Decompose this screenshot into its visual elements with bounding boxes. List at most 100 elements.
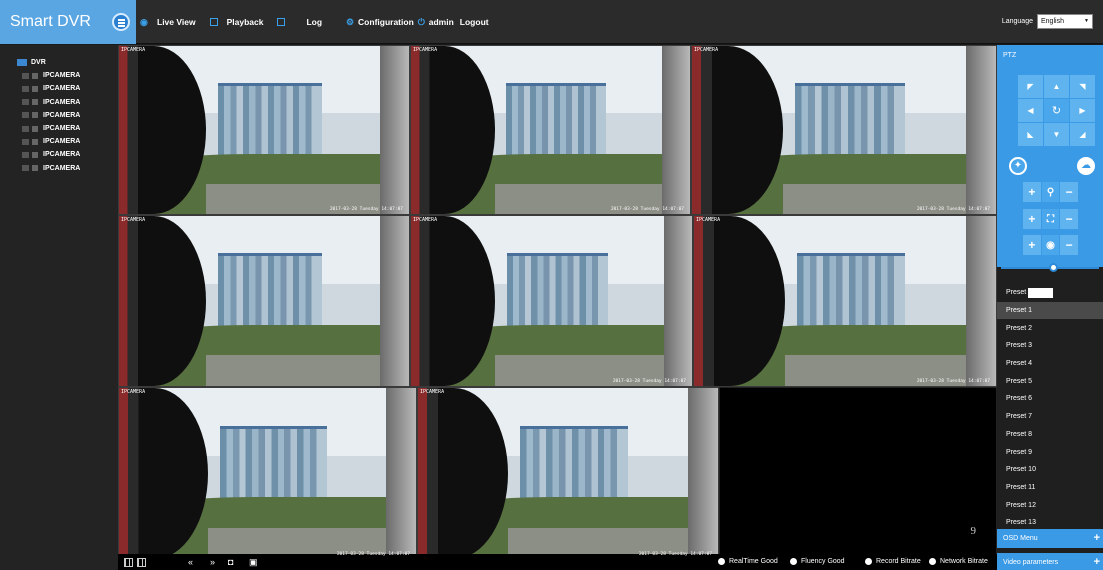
- pan-down-right-button[interactable]: ◢: [1070, 123, 1095, 146]
- language-dropdown[interactable]: English: [1037, 14, 1093, 29]
- nav-log[interactable]: Log: [277, 17, 322, 27]
- preset-item[interactable]: Preset 5: [997, 372, 1103, 390]
- fluency-status-label: Fluency Good: [801, 558, 845, 565]
- pan-up-button[interactable]: ▲: [1044, 75, 1069, 98]
- timestamp-overlay: 2017-03-28 Tuesday 14:07:07: [610, 207, 684, 212]
- camera-view-tile[interactable]: IPCAMERA 2017-03-28 Tuesday 14:07:07: [417, 387, 719, 560]
- network-bitrate-status[interactable]: Network Bitrate: [929, 558, 988, 565]
- layout-2x2-icon[interactable]: [124, 558, 133, 567]
- realtime-status[interactable]: RealTime Good: [718, 558, 778, 565]
- osd-menu-label: OSD Menu: [1003, 535, 1038, 542]
- fullscreen-icon[interactable]: ▣: [249, 557, 258, 567]
- tile-number: 9: [970, 525, 977, 537]
- pan-left-button[interactable]: ◀: [1018, 99, 1043, 122]
- top-bar: Smart DVR ◉ Live View Playback Log ⚙ Con…: [0, 0, 1103, 44]
- tree-camera-item[interactable]: IPCAMERA: [0, 122, 118, 135]
- tree-camera-item[interactable]: IPCAMERA: [0, 162, 118, 175]
- stream-icon: [32, 85, 38, 92]
- nav-live-view[interactable]: ◉ Live View: [140, 17, 196, 27]
- ptz-panel: PTZ ◤ ▲ ◥ ◀ ↻ ▶ ◣ ▼ ◢ ✦ ☁ + ⚲ − + ⛶ − + …: [997, 45, 1103, 570]
- next-page-icon[interactable]: »: [210, 557, 215, 567]
- camera-list: IPCAMERA IPCAMERA IPCAMERA IPCAMERA IPCAMERA…: [0, 69, 118, 175]
- camera-view-tile[interactable]: IPCAMERA 2017-03-28 Tuesday 14:07:07: [410, 215, 693, 387]
- nav-playback[interactable]: Playback: [209, 17, 263, 27]
- nav-user[interactable]: ⏻ admin: [418, 17, 454, 27]
- stream-icon: [32, 125, 38, 132]
- layout-3x3-icon[interactable]: [137, 558, 146, 567]
- tree-root-label: DVR: [31, 59, 46, 67]
- iris-close-button[interactable]: −: [1060, 235, 1079, 255]
- osd-menu-section[interactable]: OSD Menu +: [997, 529, 1103, 548]
- camera-icon: [22, 85, 29, 92]
- preset-item[interactable]: Preset 4: [997, 355, 1103, 373]
- building-image: [795, 82, 905, 159]
- tree-camera-label: IPCAMERA: [43, 72, 81, 80]
- preset-item[interactable]: Preset 6: [997, 390, 1103, 408]
- stream-icon: [32, 151, 38, 158]
- building-image: [520, 425, 628, 503]
- camera-icon: [22, 72, 29, 79]
- plus-icon: +: [1093, 532, 1100, 544]
- iris-open-button[interactable]: +: [1023, 235, 1041, 255]
- zoom-in-button[interactable]: +: [1023, 182, 1041, 202]
- plus-icon: +: [1093, 556, 1100, 568]
- fluency-status[interactable]: Fluency Good: [790, 558, 845, 565]
- preset-item[interactable]: Preset 3: [997, 337, 1103, 355]
- nav-configuration[interactable]: ⚙ Configuration: [346, 17, 414, 27]
- preset-item[interactable]: Preset 12: [997, 496, 1103, 514]
- tree-camera-item[interactable]: IPCAMERA: [0, 96, 118, 109]
- zoom-out-button[interactable]: −: [1060, 182, 1079, 202]
- tree-camera-item[interactable]: IPCAMERA: [0, 69, 118, 82]
- language-selector: Language English: [1002, 14, 1093, 29]
- camera-view-tile[interactable]: IPCAMERA 2017-03-28 Tuesday 14:07:07: [693, 215, 997, 387]
- video-parameters-section[interactable]: Video parameters +: [997, 553, 1103, 570]
- auto-rotate-button[interactable]: ↻: [1044, 99, 1069, 122]
- pan-right-button[interactable]: ▶: [1070, 99, 1095, 122]
- camera-view-tile[interactable]: IPCAMERA 2017-03-28 Tuesday 14:07:07: [118, 387, 417, 560]
- preset-item[interactable]: Preset 9: [997, 443, 1103, 461]
- preset-item[interactable]: Preset 10: [997, 461, 1103, 479]
- ptz-title: PTZ: [1003, 52, 1017, 59]
- pan-down-button[interactable]: ▼: [1044, 123, 1069, 146]
- menu-toggle-icon[interactable]: [112, 13, 130, 31]
- preset-item[interactable]: Preset 11: [997, 479, 1103, 497]
- app-root: Smart DVR ◉ Live View Playback Log ⚙ Con…: [0, 0, 1103, 570]
- tree-camera-item[interactable]: IPCAMERA: [0, 82, 118, 95]
- building-image: [217, 253, 322, 330]
- empty-view-tile[interactable]: 9: [719, 387, 997, 560]
- camera-view-tile[interactable]: IPCAMERA: [118, 215, 410, 387]
- tree-camera-item[interactable]: IPCAMERA: [0, 135, 118, 148]
- preset-item[interactable]: Preset 1: [997, 301, 1103, 320]
- wiper-cloud-icon[interactable]: ☁: [1077, 157, 1095, 175]
- camera-view-tile[interactable]: IPCAMERA 2017-03-28 Tuesday 14:07:07: [410, 45, 691, 215]
- slider-handle[interactable]: [1049, 263, 1058, 272]
- pan-up-left-button[interactable]: ◤: [1018, 75, 1043, 98]
- camera-icon: [22, 165, 29, 172]
- preset-number-input[interactable]: [1028, 287, 1054, 298]
- camera-name-overlay: IPCAMERA: [413, 47, 438, 53]
- tree-root-dvr[interactable]: DVR: [0, 56, 118, 69]
- nav-logout[interactable]: Logout: [460, 17, 489, 27]
- focus-in-button[interactable]: +: [1023, 209, 1041, 229]
- preset-item[interactable]: Preset 2: [997, 319, 1103, 337]
- snapshot-icon[interactable]: ◘: [228, 557, 233, 567]
- device-tree: DVR IPCAMERA IPCAMERA IPCAMERA IPCAMERA IPCA…: [0, 45, 118, 570]
- camera-view-tile[interactable]: IPCAMERA 2017-03-28 Tuesday 14:07:07: [118, 45, 410, 215]
- camera-view-tile[interactable]: IPCAMERA 2017-03-28 Tuesday 14:07:07: [691, 45, 997, 215]
- tree-camera-item[interactable]: IPCAMERA: [0, 109, 118, 122]
- pan-up-right-button[interactable]: ◥: [1070, 75, 1095, 98]
- light-bulb-icon[interactable]: ✦: [1009, 157, 1027, 175]
- focus-out-button[interactable]: −: [1060, 209, 1079, 229]
- tree-camera-item[interactable]: IPCAMERA: [0, 148, 118, 161]
- preset-input-row: Preset: [997, 284, 1103, 302]
- prev-page-icon[interactable]: «: [188, 557, 193, 567]
- camera-name-overlay: IPCAMERA: [121, 47, 146, 53]
- preset-item[interactable]: Preset 8: [997, 426, 1103, 444]
- camera-icon: [22, 112, 29, 119]
- focus-controls: + ⛶ −: [1023, 209, 1079, 229]
- record-bitrate-status[interactable]: Record Bitrate: [865, 558, 921, 565]
- pan-down-left-button[interactable]: ◣: [1018, 123, 1043, 146]
- tree-camera-label: IPCAMERA: [43, 151, 81, 159]
- preset-item[interactable]: Preset 7: [997, 408, 1103, 426]
- stream-icon: [32, 99, 38, 106]
